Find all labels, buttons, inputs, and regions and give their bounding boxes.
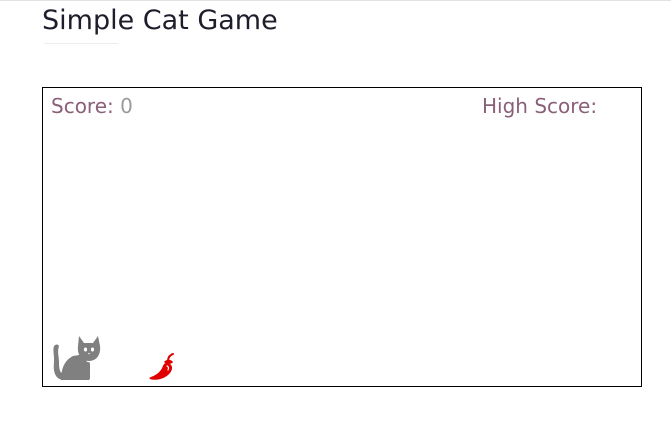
game-board[interactable]: Score: 0 High Score: — [42, 87, 642, 387]
chili-pepper-icon — [147, 352, 177, 382]
high-score-label: High Score: — [482, 94, 598, 118]
score-value: 0 — [120, 94, 133, 118]
score-label: Score: — [51, 94, 114, 118]
top-divider — [0, 0, 671, 1]
high-score-display: High Score: — [482, 92, 597, 120]
score-display: Score: 0 — [51, 92, 133, 120]
title-underline — [44, 43, 118, 44]
chili-pepper-icon-graphic — [149, 353, 174, 380]
cat-icon-graphic — [53, 336, 101, 380]
page-title: Simple Cat Game — [42, 5, 278, 36]
cat-icon[interactable] — [51, 332, 101, 382]
